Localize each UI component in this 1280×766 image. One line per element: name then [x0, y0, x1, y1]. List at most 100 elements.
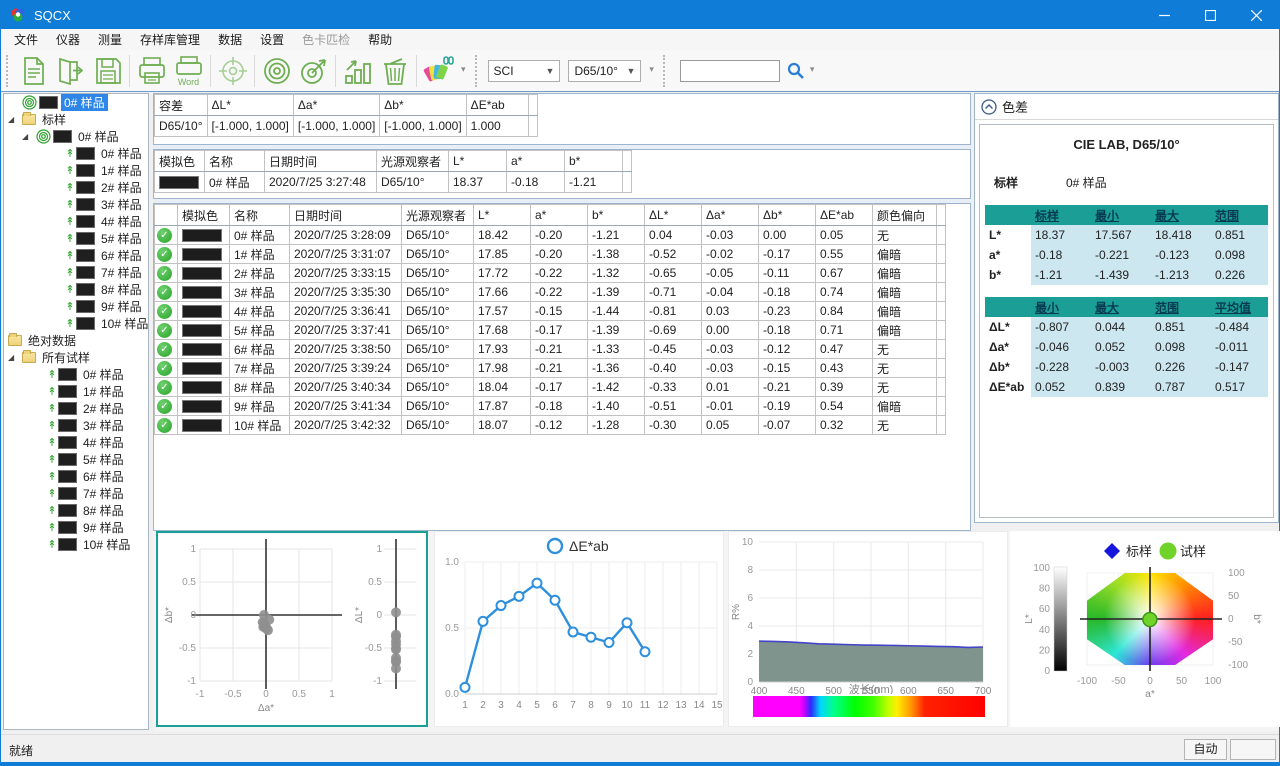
lab-gamut-panel[interactable]: 标样试样100806040200L*100500-50-100b*-100-50…: [1010, 531, 1280, 727]
tree-item[interactable]: ↟6# 样品: [4, 468, 148, 485]
svg-text:12: 12: [657, 700, 669, 711]
table-cell: -0.51: [645, 397, 702, 416]
toolbar-overflow-icon[interactable]: ▾: [461, 64, 466, 75]
stat-cell: -1.21: [1031, 265, 1091, 285]
color-match-button[interactable]: [420, 53, 457, 89]
expander-icon[interactable]: ◢: [8, 353, 22, 362]
tree-item[interactable]: ↟5# 样品: [4, 451, 148, 468]
table-row[interactable]: ✓0# 样品2020/7/25 3:28:09D65/10°18.42-0.20…: [155, 226, 946, 245]
maximize-button[interactable]: [1187, 1, 1233, 29]
tree-item[interactable]: ↟0# 样品: [4, 366, 148, 383]
tree-item[interactable]: 绝对数据: [4, 332, 148, 349]
toolbar-grip-3[interactable]: [663, 55, 669, 87]
menu-item-5[interactable]: 数据: [209, 29, 251, 50]
delta-e-line-panel[interactable]: 0.00.51.0123456789101112131415ΔE*ab: [434, 531, 724, 727]
table-row[interactable]: ✓4# 样品2020/7/25 3:36:41D65/10°17.57-0.15…: [155, 302, 946, 321]
tree-item[interactable]: ↟7# 样品: [4, 485, 148, 502]
table-row[interactable]: ✓8# 样品2020/7/25 3:40:34D65/10°18.04-0.17…: [155, 378, 946, 397]
expander-icon[interactable]: ◢: [22, 132, 36, 141]
tree-item[interactable]: ↟2# 样品: [4, 179, 148, 196]
tree-item-label: 0# 样品: [75, 128, 122, 145]
table-cell: D65/10°: [155, 116, 208, 137]
tree-item[interactable]: ◢ 0# 样品: [4, 128, 148, 145]
tree-item[interactable]: 0# 样品: [4, 94, 148, 111]
expander-icon[interactable]: ◢: [8, 115, 22, 124]
table-cell: D65/10°: [402, 378, 474, 397]
tree-item[interactable]: ↟3# 样品: [4, 417, 148, 434]
tree-item[interactable]: ↟3# 样品: [4, 196, 148, 213]
close-button[interactable]: [1233, 1, 1279, 29]
menu-item-8[interactable]: 帮助: [359, 29, 401, 50]
export-button[interactable]: [52, 53, 89, 89]
tree-item[interactable]: ↟7# 样品: [4, 264, 148, 281]
table-cell: -0.22: [531, 264, 588, 283]
print-button[interactable]: [133, 53, 170, 89]
tree-item[interactable]: ↟9# 样品: [4, 298, 148, 315]
menu-item-2[interactable]: 仪器: [47, 29, 89, 50]
table-cell: D65/10°: [402, 359, 474, 378]
table-row[interactable]: ✓6# 样品2020/7/25 3:38:50D65/10°17.93-0.21…: [155, 340, 946, 359]
table-cell: -1.39: [588, 321, 645, 340]
stat-row: Δb*-0.228-0.0030.226-0.147: [985, 357, 1268, 377]
table-row[interactable]: ✓1# 样品2020/7/25 3:31:07D65/10°17.85-0.20…: [155, 245, 946, 264]
collapse-icon[interactable]: [981, 99, 997, 115]
table-row[interactable]: ✓5# 样品2020/7/25 3:37:41D65/10°17.68-0.17…: [155, 321, 946, 340]
table-row[interactable]: 0# 样品2020/7/25 3:27:48D65/10°18.37-0.18-…: [155, 172, 632, 193]
tree-item[interactable]: ↟8# 样品: [4, 502, 148, 519]
table-cell: 偏暗: [873, 264, 937, 283]
tree-item[interactable]: ↟1# 样品: [4, 383, 148, 400]
tree-item[interactable]: ◢标样: [4, 111, 148, 128]
toolbar-overflow-icon-3[interactable]: ▾: [810, 64, 815, 75]
calibrate-button[interactable]: [258, 53, 295, 89]
tree-item[interactable]: ↟8# 样品: [4, 281, 148, 298]
table-row[interactable]: ✓10# 样品2020/7/25 3:42:32D65/10°18.07-0.1…: [155, 416, 946, 435]
menu-item-1[interactable]: 文件: [5, 29, 47, 50]
minimize-button[interactable]: [1141, 1, 1187, 29]
auto-button[interactable]: 自动: [1184, 739, 1227, 760]
measure-arrow-icon: ↟: [46, 487, 58, 500]
sci-dropdown[interactable]: SCI ▼: [488, 60, 561, 82]
menu-item-3[interactable]: 测量: [89, 29, 131, 50]
new-file-button[interactable]: [15, 53, 52, 89]
tree-item[interactable]: ↟9# 样品: [4, 519, 148, 536]
column-header: 颜色偏向: [873, 205, 937, 226]
table-cell: -0.23: [759, 302, 816, 321]
tree-item[interactable]: ↟0# 样品: [4, 145, 148, 162]
menu-item-4[interactable]: 存样库管理: [131, 29, 209, 50]
toolbar-grip[interactable]: [6, 55, 12, 87]
menu-item-6[interactable]: 设置: [251, 29, 293, 50]
tree-item[interactable]: ↟4# 样品: [4, 434, 148, 451]
table-cell: -0.30: [645, 416, 702, 435]
table-row[interactable]: ✓9# 样品2020/7/25 3:41:34D65/10°17.87-0.18…: [155, 397, 946, 416]
toolbar-overflow-icon-2[interactable]: ▾: [649, 64, 654, 75]
table-row[interactable]: D65/10°[-1.000, 1.000][-1.000, 1.000][-1…: [155, 116, 538, 137]
table-row[interactable]: ✓2# 样品2020/7/25 3:33:15D65/10°17.72-0.22…: [155, 264, 946, 283]
delta-ab-scatter-panel[interactable]: 10.50-0.5-1-1-0.500.51Δa*Δb*10.50-0.5-1Δ…: [156, 531, 428, 727]
print-word-button[interactable]: Word: [170, 53, 207, 89]
tree-item[interactable]: ◢所有试样: [4, 349, 148, 366]
save-button[interactable]: [89, 53, 126, 89]
table-cell: -1.36: [588, 359, 645, 378]
check-icon: ✓: [157, 418, 172, 433]
tree-item[interactable]: ↟2# 样品: [4, 400, 148, 417]
search-icon[interactable]: [786, 61, 806, 81]
measure-target-button[interactable]: [295, 53, 332, 89]
chart-button[interactable]: [339, 53, 376, 89]
table-row[interactable]: ✓7# 样品2020/7/25 3:39:24D65/10°17.98-0.21…: [155, 359, 946, 378]
illuminant-dropdown[interactable]: D65/10° ▼: [568, 60, 641, 82]
tree-item[interactable]: ↟10# 样品: [4, 315, 148, 332]
check-icon: ✓: [157, 323, 172, 338]
tree-item[interactable]: ↟10# 样品: [4, 536, 148, 553]
delete-button[interactable]: [376, 53, 413, 89]
reflectance-panel[interactable]: 0246810400450500550600650700R%波长(nm): [728, 531, 1008, 727]
tree-item[interactable]: ↟4# 样品: [4, 213, 148, 230]
tree-item[interactable]: ↟5# 样品: [4, 230, 148, 247]
tree-item[interactable]: ↟6# 样品: [4, 247, 148, 264]
search-input[interactable]: [680, 60, 780, 82]
measure-arrow-icon: ↟: [46, 436, 58, 449]
target-button[interactable]: [214, 53, 251, 89]
menu-item-7[interactable]: 色卡匹检: [293, 29, 359, 50]
table-row[interactable]: ✓3# 样品2020/7/25 3:35:30D65/10°17.66-0.22…: [155, 283, 946, 302]
tree-item[interactable]: ↟1# 样品: [4, 162, 148, 179]
toolbar-grip-2[interactable]: [475, 55, 481, 87]
